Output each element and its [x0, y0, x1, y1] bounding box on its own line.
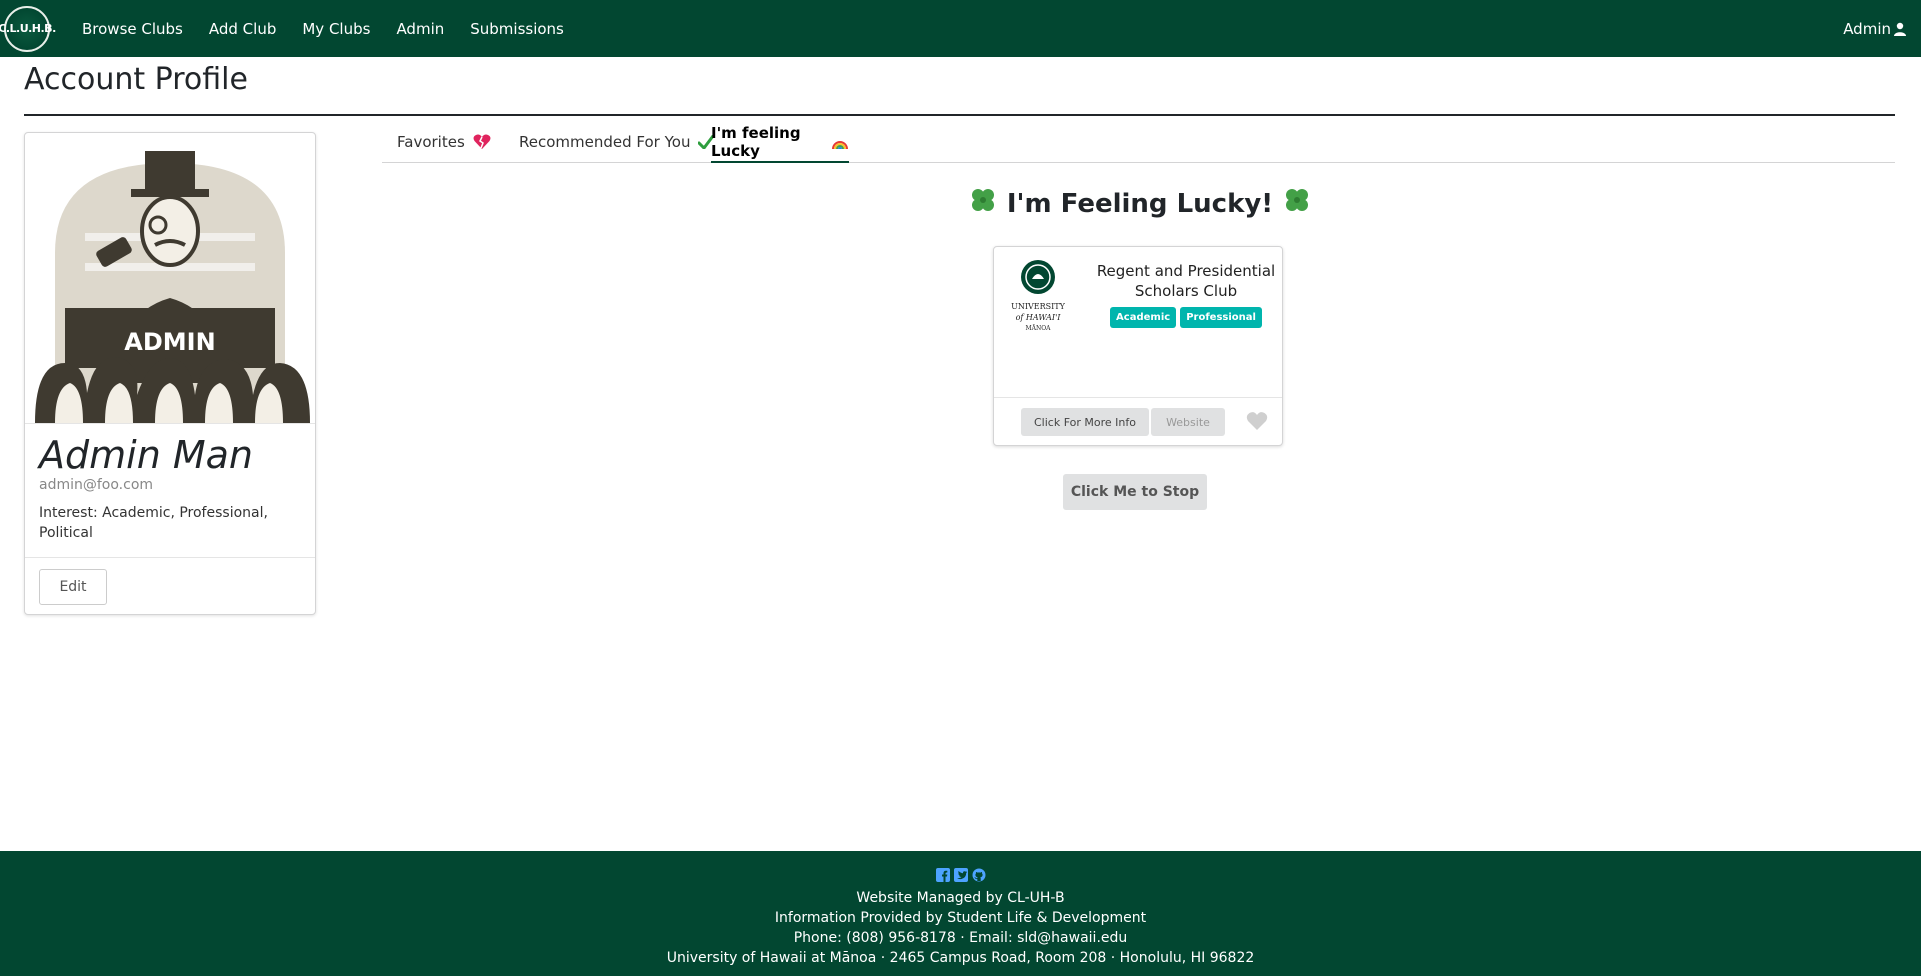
nav-add-club[interactable]: Add Club	[209, 20, 276, 38]
tab-recommended-label: Recommended For You	[519, 133, 691, 151]
admin-avatar: ADMIN	[25, 133, 315, 424]
tab-favorites-label: Favorites	[397, 133, 465, 151]
footer: Website Managed by CL-UH-B Information P…	[0, 851, 1921, 976]
lucky-heading-text: I'm Feeling Lucky!	[1006, 188, 1274, 219]
nav-my-clubs[interactable]: My Clubs	[302, 20, 370, 38]
profile-email: admin@foo.com	[39, 477, 154, 493]
user-menu[interactable]: Admin	[1843, 0, 1907, 57]
twitter-icon[interactable]	[953, 868, 968, 882]
profile-tabs: Favorites Recommended For You I'm feelin…	[382, 122, 1895, 163]
facebook-icon[interactable]	[935, 868, 950, 882]
footer-info-by: Information Provided by Student Life & D…	[774, 910, 1147, 926]
logo-line-3: MĀNOA	[1026, 325, 1052, 332]
nav-admin[interactable]: Admin	[396, 20, 444, 38]
club-card-divider	[994, 397, 1282, 398]
website-button[interactable]: Website	[1151, 408, 1225, 436]
broken-heart-icon	[473, 134, 491, 150]
profile-name: Admin Man	[39, 433, 254, 477]
footer-contact: Phone: (808) 956-8178 · Email: sld@hawai…	[793, 930, 1128, 946]
tab-recommended[interactable]: Recommended For You	[519, 122, 715, 162]
more-info-button[interactable]: Click For More Info	[1021, 408, 1149, 436]
footer-address: University of Hawaii at Mānoa · 2465 Cam…	[666, 950, 1255, 966]
tab-lucky[interactable]: I'm feeling Lucky	[711, 122, 849, 163]
tab-favorites[interactable]: Favorites	[397, 122, 491, 162]
user-icon	[1894, 22, 1906, 36]
card-divider	[25, 557, 315, 558]
tag-professional: Professional	[1180, 307, 1262, 328]
avatar-label: ADMIN	[124, 328, 215, 356]
profile-interests: Interest: Academic, Professional, Politi…	[39, 505, 268, 541]
logo-line-1: UNIVERSITY	[1011, 302, 1066, 311]
lucky-heading: I'm Feeling Lucky!	[960, 186, 1320, 221]
footer-managed-by: Website Managed by CL-UH-B	[856, 890, 1065, 906]
stop-button[interactable]: Click Me to Stop	[1063, 474, 1207, 510]
user-menu-label: Admin	[1843, 19, 1891, 38]
clover-icon	[969, 186, 997, 221]
clover-icon	[1283, 186, 1311, 221]
club-name: Regent and Presidential Scholars Club	[1096, 262, 1276, 300]
github-icon[interactable]	[972, 868, 986, 882]
rainbow-icon	[831, 135, 849, 149]
nav-browse-clubs[interactable]: Browse Clubs	[82, 20, 183, 38]
edit-profile-button[interactable]: Edit	[39, 569, 107, 605]
tab-lucky-label: I'm feeling Lucky	[711, 123, 801, 160]
logo-line-2: of HAWAI'I	[1016, 313, 1062, 322]
university-logo: UNIVERSITY of HAWAI'I MĀNOA	[1006, 259, 1070, 335]
tag-academic: Academic	[1110, 307, 1177, 328]
logo-text: C.L.U.H.B.	[0, 22, 56, 35]
navbar: C.L.U.H.B. Browse Clubs Add Club My Club…	[0, 0, 1921, 57]
nav-submissions[interactable]: Submissions	[470, 20, 564, 38]
club-card: UNIVERSITY of HAWAI'I MĀNOA Regent and P…	[993, 246, 1283, 446]
title-divider	[24, 114, 1895, 116]
page-title: Account Profile	[24, 62, 248, 97]
profile-card: ADMIN Admin Man admin@foo.com Interest: …	[24, 132, 316, 615]
social-links	[0, 868, 1921, 882]
favorite-heart-icon[interactable]	[1246, 411, 1268, 435]
site-logo[interactable]: C.L.U.H.B.	[0, 5, 56, 52]
club-tags: Academic Professional	[1094, 307, 1278, 328]
